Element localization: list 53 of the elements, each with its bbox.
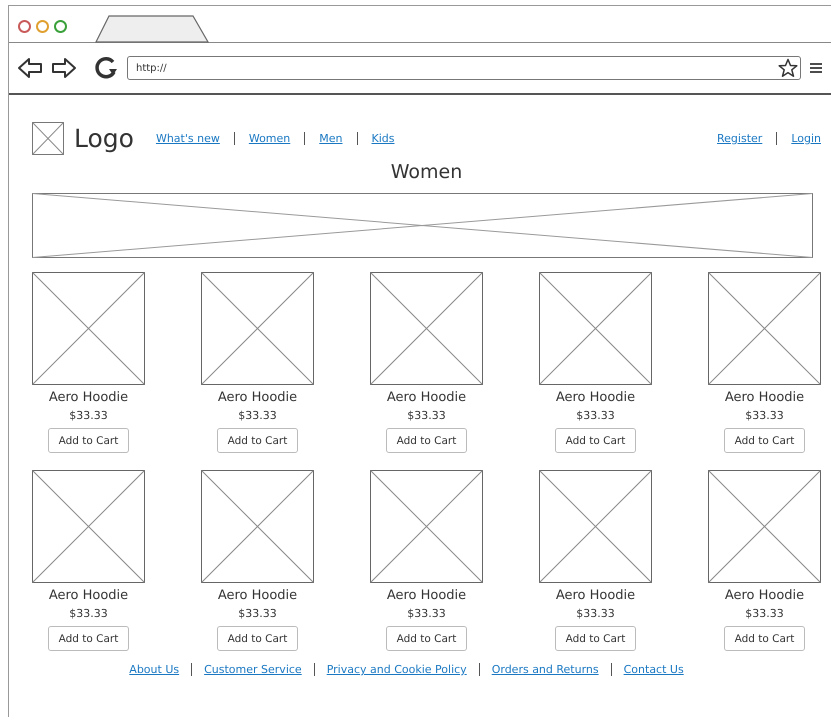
add-to-cart-button[interactable]: Add to Cart bbox=[217, 428, 298, 453]
product-name: Aero Hoodie bbox=[386, 587, 466, 605]
footer-link[interactable]: Privacy and Cookie Policy bbox=[326, 663, 467, 676]
product-name: Aero Hoodie bbox=[218, 389, 298, 407]
address-bar[interactable]: http:// bbox=[127, 56, 801, 80]
star-icon[interactable] bbox=[778, 58, 798, 78]
account-link[interactable]: Register bbox=[717, 132, 762, 145]
product-price: $33.33 bbox=[69, 408, 108, 424]
add-to-cart-button[interactable]: Add to Cart bbox=[48, 626, 129, 651]
product-name: Aero Hoodie bbox=[386, 389, 466, 407]
product-name: Aero Hoodie bbox=[724, 587, 804, 605]
nav-link[interactable]: Men bbox=[319, 132, 342, 145]
product-price: $33.33 bbox=[576, 606, 615, 622]
close-window-icon[interactable] bbox=[18, 20, 31, 33]
add-to-cart-button[interactable]: Add to Cart bbox=[555, 428, 636, 453]
product-name: Aero Hoodie bbox=[218, 587, 298, 605]
logo-image-placeholder bbox=[32, 122, 64, 155]
logo-text: Logo bbox=[74, 124, 134, 153]
product-price: $33.33 bbox=[238, 606, 277, 622]
product-price: $33.33 bbox=[745, 408, 784, 424]
page-title: Women bbox=[390, 161, 464, 185]
product-name: Aero Hoodie bbox=[48, 587, 128, 605]
product-price: $33.33 bbox=[745, 606, 784, 622]
maximize-window-icon[interactable] bbox=[54, 20, 67, 33]
footer-link[interactable]: Customer Service bbox=[204, 663, 302, 676]
back-arrow-icon[interactable] bbox=[17, 57, 43, 79]
browser-tab[interactable] bbox=[95, 15, 209, 43]
product-price: $33.33 bbox=[576, 408, 615, 424]
add-to-cart-button[interactable]: Add to Cart bbox=[386, 626, 467, 651]
product-price: $33.33 bbox=[69, 606, 108, 622]
nav-link[interactable]: Kids bbox=[372, 132, 394, 145]
account-link[interactable]: Login bbox=[791, 132, 821, 145]
add-to-cart-button[interactable]: Add to Cart bbox=[724, 428, 805, 453]
add-to-cart-button[interactable]: Add to Cart bbox=[48, 428, 129, 453]
add-to-cart-button[interactable]: Add to Cart bbox=[386, 428, 467, 453]
nav-link[interactable]: Women bbox=[248, 132, 290, 145]
footer-link[interactable]: Contact Us bbox=[624, 663, 684, 676]
product-price: $33.33 bbox=[407, 606, 446, 622]
product-name: Aero Hoodie bbox=[724, 389, 804, 407]
nav-link[interactable]: What's new bbox=[156, 132, 220, 145]
product-name: Aero Hoodie bbox=[556, 389, 636, 407]
reload-icon[interactable] bbox=[93, 55, 119, 81]
product-name: Aero Hoodie bbox=[556, 587, 636, 605]
product-price: $33.33 bbox=[238, 408, 277, 424]
add-to-cart-button[interactable]: Add to Cart bbox=[555, 626, 636, 651]
product-name: Aero Hoodie bbox=[48, 389, 128, 407]
add-to-cart-button[interactable]: Add to Cart bbox=[217, 626, 298, 651]
product-price: $33.33 bbox=[407, 408, 446, 424]
menu-icon[interactable] bbox=[809, 62, 823, 74]
forward-arrow-icon[interactable] bbox=[51, 57, 77, 79]
footer-link[interactable]: About Us bbox=[129, 663, 180, 676]
footer-link[interactable]: Orders and Returns bbox=[492, 663, 599, 676]
add-to-cart-button[interactable]: Add to Cart bbox=[724, 626, 805, 651]
